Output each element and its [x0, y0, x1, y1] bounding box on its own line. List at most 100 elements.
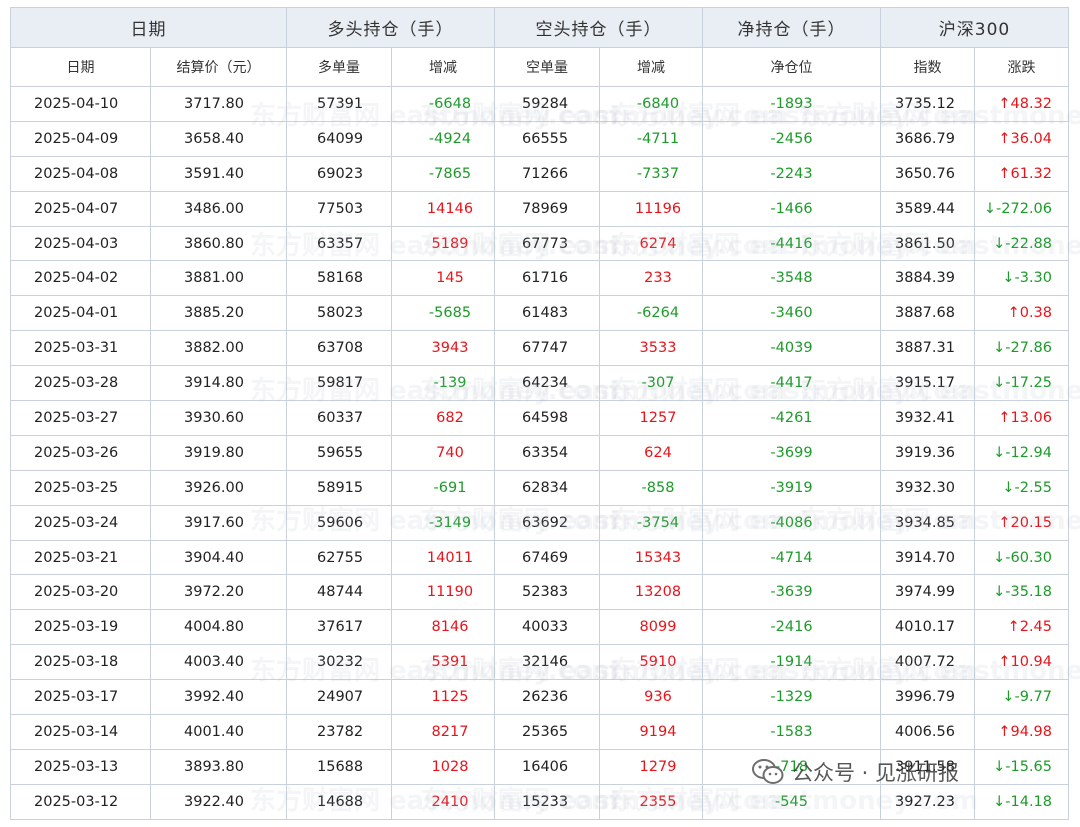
col-short-chg: 增减 [599, 47, 703, 87]
cell-net: -4417 [702, 365, 881, 402]
group-date: 日期 [10, 7, 287, 48]
cell-net: -4086 [702, 504, 881, 541]
cell-idx-chg: ↑13.06 [973, 400, 1070, 436]
group-index: 沪深300 [879, 7, 1070, 48]
cell-long: 58168 [286, 260, 392, 297]
cell-long-chg: 14146 [391, 190, 495, 227]
cell-net: -4261 [702, 400, 881, 436]
cell-settle: 3885.20 [150, 295, 287, 332]
cell-long: 57391 [286, 86, 392, 122]
cell-idx-chg: ↓-12.94 [973, 434, 1070, 471]
cell-settle: 4003.40 [150, 644, 287, 681]
col-long-chg: 增减 [391, 47, 495, 87]
cell-net: -1329 [702, 679, 881, 716]
cell-idx: 3650.76 [880, 155, 975, 192]
cell-short: 63354 [494, 434, 600, 471]
cell-date: 2025-03-13 [10, 748, 151, 785]
cell-net: -3460 [702, 295, 881, 332]
cell-short: 67469 [494, 539, 600, 576]
cell-net: -4714 [702, 539, 881, 576]
cell-long: 63357 [286, 225, 392, 262]
table-row: 2025-04-02 3881.00 58168 145 61716 233 -3548 38… [10, 260, 1070, 297]
cell-idx-chg: ↓-27.86 [973, 330, 1070, 367]
cell-settle: 3893.80 [150, 748, 287, 785]
cell-date: 2025-03-20 [10, 574, 151, 611]
cell-settle: 3930.60 [150, 400, 287, 436]
col-idx: 指数 [880, 47, 975, 87]
cell-short: 67773 [494, 225, 600, 262]
table-row: 2025-03-28 3914.80 59817 -139 64234 -307 -4417… [10, 365, 1070, 402]
cell-long: 24907 [286, 679, 392, 716]
cell-long-chg: 3943 [391, 330, 495, 367]
cell-short-chg: 1257 [599, 400, 703, 436]
cell-short: 52383 [494, 574, 600, 611]
cell-settle: 3904.40 [150, 539, 287, 576]
cell-date: 2025-04-08 [10, 155, 151, 192]
cell-long-chg: 8217 [391, 714, 495, 750]
cell-net: -3548 [702, 260, 881, 297]
table-row: 2025-04-09 3658.40 64099 -4924 66555 -4711 -24… [10, 120, 1070, 157]
cell-short-chg: 9194 [599, 714, 703, 750]
cell-short-chg: 936 [599, 679, 703, 716]
cell-idx-chg: ↓-17.25 [973, 365, 1070, 402]
table-row: 2025-03-20 3972.20 48744 11190 52383 13208 -36… [10, 574, 1070, 611]
table-row: 2025-03-12 3922.40 14688 2410 15233 2355 -545 3… [10, 783, 1070, 820]
cell-net: -2416 [702, 609, 881, 646]
cell-date: 2025-04-09 [10, 120, 151, 157]
cell-long: 58023 [286, 295, 392, 332]
cell-idx: 3996.79 [880, 679, 975, 716]
cell-net: -2456 [702, 120, 881, 157]
cell-short-chg: 5910 [599, 644, 703, 681]
cell-short-chg: 6274 [599, 225, 703, 262]
cell-long: 58915 [286, 469, 392, 506]
cell-idx-chg: ↑20.15 [973, 504, 1070, 541]
cell-short-chg: 2355 [599, 783, 703, 820]
cell-date: 2025-04-01 [10, 295, 151, 332]
cell-idx-chg: ↑61.32 [973, 155, 1070, 192]
cell-net: -3919 [702, 469, 881, 506]
cell-date: 2025-04-07 [10, 190, 151, 227]
cell-idx: 3927.23 [880, 783, 975, 820]
table-body: 2025-04-10 3717.80 57391 -6648 59284 -6840 -18… [10, 86, 1070, 820]
cell-settle: 3860.80 [150, 225, 287, 262]
cell-date: 2025-03-19 [10, 609, 151, 646]
cell-settle: 3926.00 [150, 469, 287, 506]
cell-long: 14688 [286, 783, 392, 820]
cell-long-chg: -4924 [391, 120, 495, 157]
col-settle: 结算价（元） [150, 47, 287, 87]
cell-idx: 3919.36 [880, 434, 975, 471]
cell-idx: 3914.70 [880, 539, 975, 576]
col-short-qty: 空单量 [494, 47, 600, 87]
cell-short-chg: 11196 [599, 190, 703, 227]
cell-date: 2025-03-12 [10, 783, 151, 820]
cell-short: 61716 [494, 260, 600, 297]
cell-idx-chg: ↑94.98 [973, 714, 1070, 750]
cell-date: 2025-03-17 [10, 679, 151, 716]
cell-idx-chg: ↓-272.06 [973, 190, 1070, 227]
cell-idx-chg: ↓-14.18 [973, 783, 1070, 820]
cell-short: 64598 [494, 400, 600, 436]
cell-long-chg: 145 [391, 260, 495, 297]
cell-short: 63692 [494, 504, 600, 541]
cell-idx-chg: ↓-35.18 [973, 574, 1070, 611]
cell-short-chg: -6264 [599, 295, 703, 332]
cell-long-chg: -7865 [391, 155, 495, 192]
cell-idx: 3884.39 [880, 260, 975, 297]
cell-idx: 3911.58 [880, 748, 975, 785]
cell-idx: 4007.72 [880, 644, 975, 681]
group-long: 多头持仓（手） [286, 7, 495, 48]
cell-date: 2025-03-18 [10, 644, 151, 681]
col-net-pos: 净仓位 [702, 47, 881, 87]
cell-long: 62755 [286, 539, 392, 576]
cell-settle: 3591.40 [150, 155, 287, 192]
cell-settle: 3992.40 [150, 679, 287, 716]
cell-long-chg: -139 [391, 365, 495, 402]
cell-idx: 3686.79 [880, 120, 975, 157]
cell-long: 37617 [286, 609, 392, 646]
cell-date: 2025-03-28 [10, 365, 151, 402]
cell-net: -1466 [702, 190, 881, 227]
cell-idx-chg: ↓-22.88 [973, 225, 1070, 262]
cell-idx: 4010.17 [880, 609, 975, 646]
col-long-qty: 多单量 [286, 47, 392, 87]
table-row: 2025-03-18 4003.40 30232 5391 32146 5910 -1914… [10, 644, 1070, 681]
